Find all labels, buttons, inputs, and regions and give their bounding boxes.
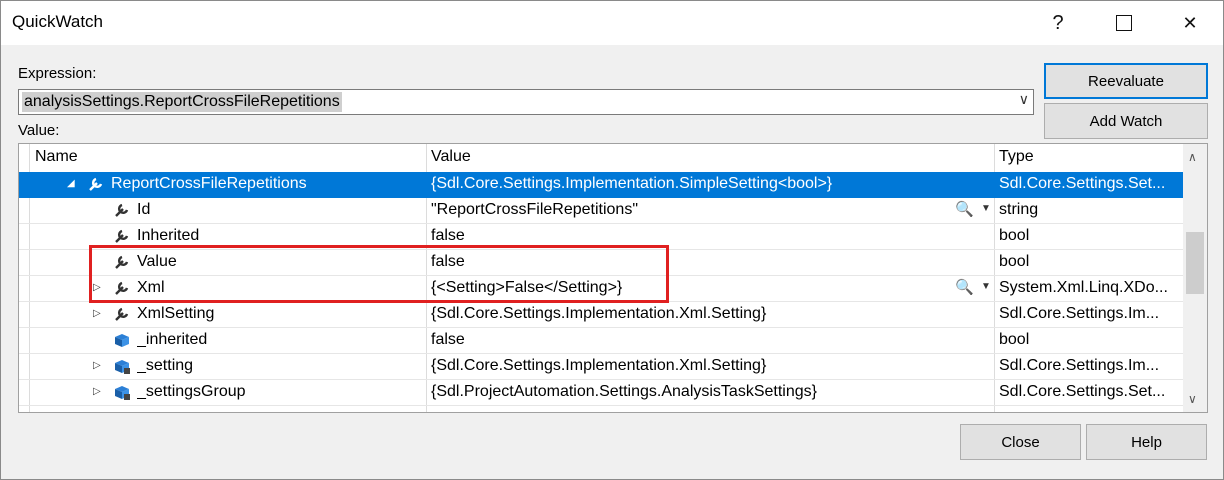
property-wrench-icon [87,175,105,193]
table-row[interactable]: ▷ XmlSetting {Sdl.Core.Settings.Implemen… [19,302,1183,328]
magnifier-icon[interactable]: 🔍 [955,278,974,296]
maximize-icon [1116,15,1132,31]
quickwatch-window: QuickWatch ? ✕ Expression: analysisSetti… [0,0,1224,480]
add-watch-button[interactable]: Add Watch [1044,103,1208,139]
property-wrench-icon [113,201,131,219]
expand-icon[interactable]: ▷ [93,282,101,293]
row-type: System.Xml.Linq.XDo... [999,279,1168,296]
row-value: "ReportCrossFileRepetitions" [431,201,638,218]
row-name: Value [137,253,177,270]
row-type: bool [999,227,1030,244]
table-row[interactable]: ▷ _setting {Sdl.Core.Settings.Implementa… [19,354,1183,380]
expand-icon[interactable]: ▷ [93,308,101,319]
row-type: bool [999,331,1030,348]
help-button[interactable]: Help [1086,424,1207,460]
row-name: ReportCrossFileRepetitions [111,175,307,192]
property-wrench-icon [113,279,131,297]
help-icon[interactable]: ? [1025,1,1091,45]
maximize-button[interactable] [1091,1,1157,45]
property-wrench-icon [113,253,131,271]
expression-combobox[interactable]: analysisSettings.ReportCrossFileRepetiti… [18,89,1034,115]
expression-input[interactable]: analysisSettings.ReportCrossFileRepetiti… [22,92,342,112]
row-value: {Sdl.Core.Settings.Implementation.Xml.Se… [431,305,767,322]
row-name: Inherited [137,227,200,244]
property-wrench-icon [113,227,131,245]
visualizer-dropdown-icon[interactable]: ▼ [981,203,991,214]
scrollbar-thumb[interactable] [1186,232,1204,294]
row-type: bool [999,253,1030,270]
row-value: false [431,227,465,244]
magnifier-icon[interactable]: 🔍 [955,200,974,218]
row-type: Sdl.Core.Settings.Im... [999,357,1160,374]
value-label: Value: [18,122,60,139]
close-button[interactable]: Close [960,424,1081,460]
visualizer-dropdown-icon[interactable]: ▼ [981,281,991,292]
table-row[interactable]: ▷ Xml {<Setting>False</Setting>} 🔍 ▼ Sys… [19,276,1183,302]
chevron-down-icon[interactable]: ∨ [1019,91,1029,108]
table-row[interactable]: Inherited false bool [19,224,1183,250]
row-name: Id [137,201,151,218]
table-row[interactable]: Value false bool [19,250,1183,276]
title-bar: QuickWatch ? ✕ [1,1,1223,45]
expression-label: Expression: [18,65,97,82]
grid-header: Name Value Type [19,144,1183,173]
collapse-icon[interactable]: ◢ [67,178,75,189]
row-type: Sdl.Core.Settings.Set... [999,383,1166,400]
window-title: QuickWatch [12,12,104,31]
row-name: _setting [137,357,194,374]
row-value: {Sdl.Core.Settings.Implementation.Xml.Se… [431,357,767,374]
row-name: _settingsGroup [137,383,246,400]
header-name[interactable]: Name [35,148,78,166]
expand-icon[interactable]: ▷ [93,386,101,397]
private-field-icon [113,357,131,375]
row-type: Sdl.Core.Settings.Set... [999,175,1166,192]
property-wrench-icon [113,305,131,323]
row-value: {Sdl.ProjectAutomation.Settings.Analysis… [431,383,817,400]
table-row[interactable]: ▷ _settingsGroup {Sdl.ProjectAutomation.… [19,380,1183,406]
scroll-up-icon[interactable]: ∧ [1188,150,1197,164]
table-row[interactable]: _inherited false bool [19,328,1183,354]
row-value: false [431,331,465,348]
private-field-icon [113,383,131,401]
header-value[interactable]: Value [431,148,471,166]
close-window-icon[interactable]: ✕ [1157,1,1223,45]
row-type: string [999,201,1039,218]
row-name: _inherited [137,331,208,348]
row-name: Xml [137,279,165,296]
table-row[interactable]: ◢ ReportCrossFileRepetitions {Sdl.Core.S… [19,172,1183,198]
row-name: XmlSetting [137,305,215,322]
reevaluate-button[interactable]: Reevaluate [1044,63,1208,99]
vertical-scrollbar[interactable]: ∧ ∨ [1183,144,1207,412]
watch-grid: Name Value Type ◢ ReportCrossFileRepetit… [18,143,1208,413]
table-row[interactable]: Id "ReportCrossFileRepetitions" 🔍 ▼ stri… [19,198,1183,224]
expand-icon[interactable]: ▷ [93,360,101,371]
header-type[interactable]: Type [999,148,1034,166]
row-value: false [431,253,465,270]
scroll-down-icon[interactable]: ∨ [1188,392,1197,406]
field-cube-icon [113,331,131,349]
row-type: Sdl.Core.Settings.Im... [999,305,1160,322]
row-value: {Sdl.Core.Settings.Implementation.Simple… [431,175,833,192]
row-value: {<Setting>False</Setting>} [431,279,623,296]
